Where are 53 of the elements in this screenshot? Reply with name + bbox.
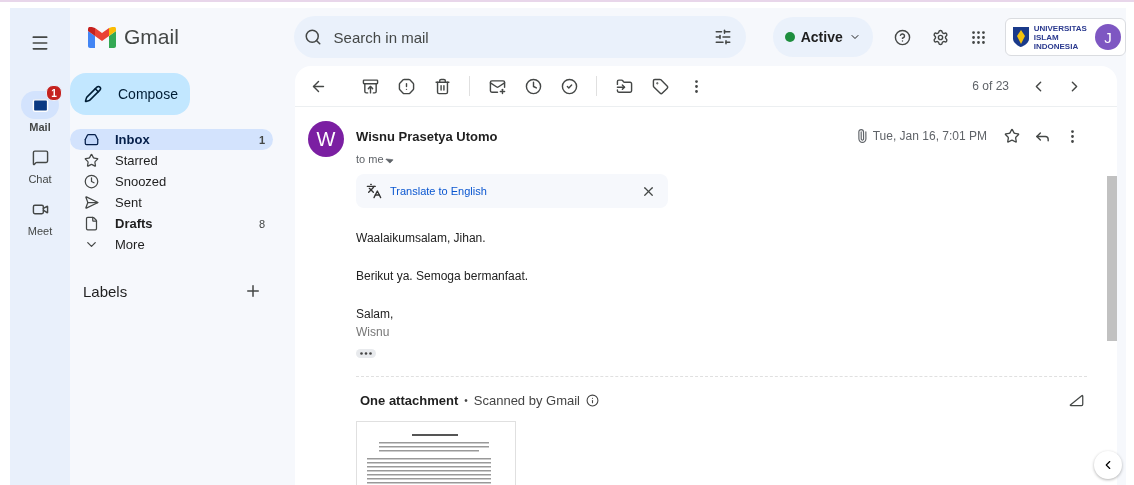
search-input[interactable]: Search in mail: [331, 27, 704, 47]
organization-name: UNIVERSITAS ISLAM INDONESIA: [1033, 23, 1088, 51]
translate-link[interactable]: Translate to English: [390, 185, 630, 197]
side-panel-toggle[interactable]: [1094, 451, 1122, 479]
unread-badge: 1: [46, 85, 62, 101]
ellipsis-icon: [360, 352, 372, 355]
account-chip[interactable]: UNIVERSITAS ISLAM INDONESIA J: [1004, 18, 1126, 56]
pencil-icon: [84, 85, 102, 103]
folder-item[interactable]: Snoozed: [70, 171, 273, 192]
folder-count: 8: [258, 217, 265, 230]
app-name: Gmail: [124, 25, 179, 49]
signature-name: Wisnu: [356, 325, 391, 339]
info-icon: [586, 393, 599, 407]
compose-button[interactable]: Compose: [70, 73, 190, 115]
pager-text: 6 of 23: [972, 79, 1009, 93]
folder-count: 1: [258, 133, 265, 146]
rail-label: Mail: [29, 121, 51, 133]
filter-icon: [713, 28, 732, 46]
translate-icon: [366, 183, 382, 199]
scrollbar-thumb[interactable]: [1107, 176, 1117, 341]
sender-name: Wisnu Prasetya Utomo: [356, 128, 499, 144]
rail-label: Meet: [27, 225, 53, 237]
send-icon: [84, 195, 99, 210]
folder-item[interactable]: Inbox 1: [70, 129, 273, 150]
recipient-dropdown[interactable]: to me: [356, 153, 1087, 165]
status-button[interactable]: Active: [772, 17, 873, 57]
message-paragraph: Waalaikumsalam, Jihan.: [356, 230, 487, 246]
message-date: Tue, Jan 16, 7:01 PM: [872, 129, 987, 143]
chat-icon: [31, 148, 49, 166]
search-icon: [303, 28, 322, 46]
rail-label: Chat: [28, 173, 52, 185]
folder-item[interactable]: Starred: [70, 150, 273, 171]
clock-icon: [84, 174, 99, 189]
message-paragraph: Berikut ya. Semoga bermanfaat.: [356, 268, 530, 284]
mail-icon: [31, 96, 49, 114]
shield-logo-icon: [1011, 26, 1030, 48]
labels-heading: Labels: [83, 282, 128, 300]
rail-item[interactable]: [21, 91, 59, 119]
show-trimmed-button[interactable]: [356, 349, 376, 358]
signature-greeting: Salam,: [356, 306, 395, 322]
folder-item[interactable]: Drafts 8: [70, 213, 273, 234]
search-field[interactable]: Search in mail: [293, 16, 746, 58]
folder-item[interactable]: Sent: [70, 192, 273, 213]
account-avatar[interactable]: J: [1095, 24, 1121, 50]
scan-note: Scanned by Gmail: [473, 392, 580, 408]
file-icon: [84, 216, 99, 231]
separator-dot: •: [464, 394, 468, 406]
gmail-logo-icon: [88, 26, 116, 48]
inbox-icon: [84, 132, 99, 147]
attachment-heading: One attachment: [360, 392, 459, 408]
sender-avatar: W: [308, 121, 344, 157]
folder-item[interactable]: More: [70, 234, 273, 255]
star-icon: [84, 153, 99, 168]
